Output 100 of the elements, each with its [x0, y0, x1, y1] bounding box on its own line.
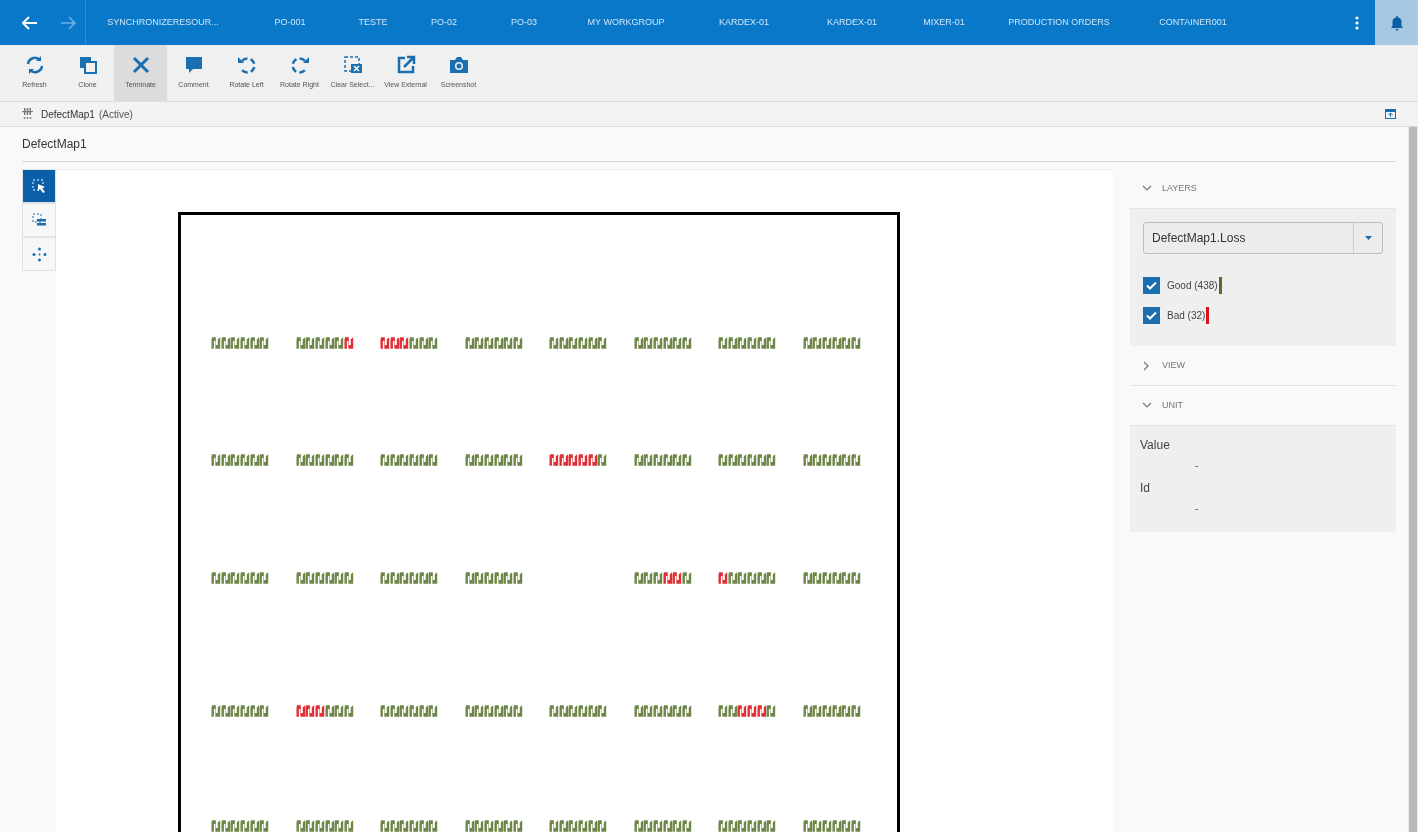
map-unit[interactable] — [295, 336, 306, 350]
map-unit[interactable] — [512, 571, 523, 585]
map-unit[interactable] — [652, 704, 663, 718]
map-unit[interactable] — [240, 336, 250, 350]
map-unit[interactable] — [503, 819, 513, 832]
map-unit[interactable] — [662, 819, 673, 832]
map-unit[interactable] — [821, 704, 832, 718]
map-unit[interactable] — [587, 336, 598, 350]
map-unit[interactable] — [324, 571, 335, 585]
map-unit[interactable] — [418, 819, 429, 832]
nav-tab[interactable]: TESTE — [340, 0, 406, 45]
map-unit[interactable] — [578, 336, 588, 350]
map-unit[interactable] — [850, 453, 861, 467]
map-unit[interactable] — [295, 704, 306, 718]
map-unit[interactable] — [399, 336, 410, 350]
map-unit[interactable] — [850, 336, 861, 350]
map-unit[interactable] — [343, 819, 354, 832]
map-unit[interactable] — [633, 336, 644, 350]
map-unit[interactable] — [464, 453, 475, 467]
map-unit[interactable] — [756, 819, 767, 832]
map-unit[interactable] — [324, 453, 335, 467]
nav-tab[interactable]: SYNCHRONIZERESOUR... — [86, 0, 240, 45]
map-unit[interactable] — [578, 453, 588, 467]
map-unit[interactable] — [230, 571, 241, 585]
layer-dropdown[interactable]: DefectMap1.Loss — [1143, 222, 1383, 254]
map-unit[interactable] — [831, 571, 842, 585]
map-unit[interactable] — [324, 819, 335, 832]
map-unit[interactable] — [756, 453, 767, 467]
notification-button[interactable] — [1375, 0, 1418, 45]
map-unit[interactable] — [568, 704, 579, 718]
map-unit[interactable] — [380, 571, 390, 585]
map-unit[interactable] — [766, 571, 777, 585]
map-unit[interactable] — [220, 819, 231, 832]
map-unit[interactable] — [737, 336, 748, 350]
map-unit[interactable] — [464, 336, 475, 350]
map-unit[interactable] — [249, 704, 260, 718]
map-unit[interactable] — [428, 704, 439, 718]
map-unit[interactable] — [305, 704, 315, 718]
map-unit[interactable] — [737, 704, 748, 718]
map-unit[interactable] — [399, 704, 410, 718]
map-unit[interactable] — [343, 571, 354, 585]
map-unit[interactable] — [334, 453, 344, 467]
map-unit[interactable] — [220, 453, 231, 467]
map-unit[interactable] — [389, 453, 400, 467]
map-unit[interactable] — [662, 453, 673, 467]
map-unit[interactable] — [587, 704, 598, 718]
map-unit[interactable] — [389, 819, 400, 832]
map-unit[interactable] — [464, 704, 475, 718]
map-unit[interactable] — [737, 819, 748, 832]
map-unit[interactable] — [850, 571, 861, 585]
map-unit[interactable] — [305, 453, 315, 467]
map-unit[interactable] — [418, 336, 429, 350]
map-unit[interactable] — [503, 453, 513, 467]
map-unit[interactable] — [727, 336, 738, 350]
map-unit[interactable] — [597, 336, 608, 350]
map-unit[interactable] — [389, 704, 400, 718]
map-unit[interactable] — [464, 571, 475, 585]
map-unit[interactable] — [389, 336, 400, 350]
map-unit[interactable] — [718, 704, 728, 718]
map-unit[interactable] — [474, 336, 484, 350]
map-unit[interactable] — [662, 704, 673, 718]
nav-tab[interactable]: MIXER-01 — [902, 0, 986, 45]
nav-tab[interactable]: CONTAINER001 — [1132, 0, 1254, 45]
map-unit[interactable] — [230, 819, 241, 832]
map-unit[interactable] — [512, 453, 523, 467]
map-unit[interactable] — [493, 819, 504, 832]
map-unit[interactable] — [493, 704, 504, 718]
map-unit[interactable] — [259, 819, 270, 832]
map-unit[interactable] — [220, 571, 231, 585]
map-unit[interactable] — [249, 571, 260, 585]
map-unit[interactable] — [474, 453, 484, 467]
map-unit[interactable] — [483, 571, 494, 585]
map-unit[interactable] — [812, 704, 822, 718]
map-unit[interactable] — [249, 819, 260, 832]
map-unit[interactable] — [672, 704, 682, 718]
map-unit[interactable] — [841, 571, 851, 585]
map-tool-button[interactable] — [22, 237, 56, 271]
map-tool-button[interactable] — [22, 203, 56, 237]
map-unit[interactable] — [718, 453, 728, 467]
nav-tab[interactable]: PO-001 — [240, 0, 340, 45]
map-unit[interactable] — [259, 453, 270, 467]
map-unit[interactable] — [802, 453, 813, 467]
map-unit[interactable] — [428, 453, 439, 467]
map-unit[interactable] — [821, 336, 832, 350]
map-unit[interactable] — [314, 571, 325, 585]
map-unit[interactable] — [314, 704, 325, 718]
map-unit[interactable] — [812, 819, 822, 832]
map-unit[interactable] — [643, 453, 653, 467]
map-unit[interactable] — [587, 453, 598, 467]
map-unit[interactable] — [483, 336, 494, 350]
map-unit[interactable] — [681, 704, 692, 718]
map-tool-button[interactable] — [22, 169, 56, 203]
map-unit[interactable] — [672, 571, 682, 585]
map-unit[interactable] — [240, 453, 250, 467]
map-unit[interactable] — [549, 453, 559, 467]
map-unit[interactable] — [718, 336, 728, 350]
map-unit[interactable] — [493, 453, 504, 467]
map-unit[interactable] — [409, 704, 419, 718]
map-unit[interactable] — [474, 571, 484, 585]
map-unit[interactable] — [295, 819, 306, 832]
